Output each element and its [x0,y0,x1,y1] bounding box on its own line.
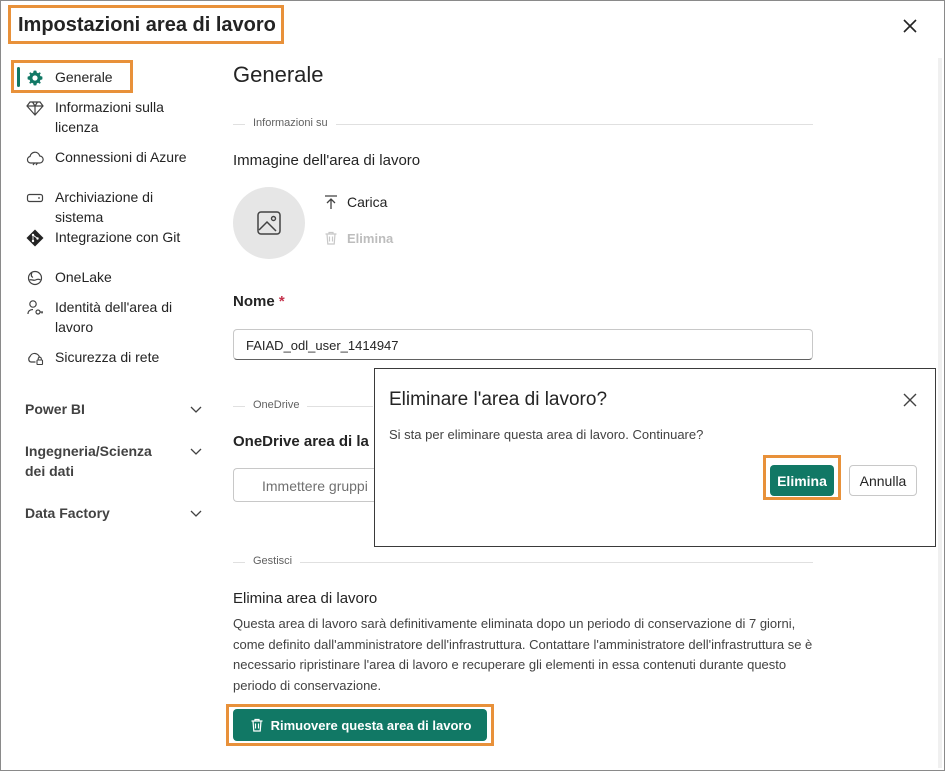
image-placeholder-icon [257,211,281,235]
chevron-down-icon [190,510,202,517]
sidebar-item-license[interactable]: Informazioni sulla licenza [25,97,195,137]
remove-workspace-button[interactable]: Rimuovere questa area di lavoro [233,709,487,741]
workspace-name-input[interactable]: FAIAD_odl_user_1414947 [233,329,813,360]
sidebar-item-label: Identità dell'area di lavoro [55,299,173,335]
sidebar-item-identity[interactable]: Identità dell'area di lavoro [25,297,195,337]
sidebar-item-network-security[interactable]: Sicurezza di rete [25,347,195,368]
name-label: Nome * [233,293,285,310]
delete-image-button[interactable]: Elimina [323,230,393,246]
section-label: Data Factory [25,505,110,521]
upload-image-button[interactable]: Carica [323,194,387,210]
onedrive-heading: OneDrive area di la [233,433,369,450]
storage-icon [26,193,44,203]
section-label-about: Informazioni su [245,117,336,129]
confirm-delete-button[interactable]: Elimina [770,465,834,496]
delete-confirm-dialog: Eliminare l'area di lavoro? Si sta per e… [374,368,936,547]
scrollbar[interactable] [938,58,942,768]
git-icon [26,229,44,247]
cloud-icon [26,151,44,166]
sidebar-item-git[interactable]: Integrazione con Git [25,227,195,248]
sidebar-section-power-bi[interactable]: Power BI [25,399,210,419]
cancel-button[interactable]: Annulla [849,465,917,496]
sidebar-section-data-engineering[interactable]: Ingegneria/Scienza dei dati [25,441,210,481]
close-icon[interactable] [898,14,922,38]
chevron-down-icon [190,406,202,413]
name-label-text: Nome [233,293,275,310]
sidebar-item-label: Integrazione con Git [55,229,181,245]
sidebar-item-onelake[interactable]: OneLake [25,267,195,288]
sidebar-item-storage[interactable]: Archiviazione di sistema [25,187,195,227]
page-title: Generale [233,62,324,87]
required-marker: * [278,293,285,310]
active-indicator [17,67,20,87]
dialog-title: Eliminare l'area di lavoro? [389,389,608,410]
sidebar-item-azure[interactable]: Connessioni di Azure [25,147,195,168]
sidebar-item-generale[interactable]: Generale [25,67,195,88]
identity-icon [27,300,43,315]
sidebar-section-data-factory[interactable]: Data Factory [25,503,210,523]
onelake-icon [27,270,43,286]
diamond-icon [26,101,44,116]
upload-label: Carica [347,194,388,210]
trash-icon [251,718,263,732]
sidebar-item-label: Informazioni sulla licenza [55,99,164,135]
onedrive-group-input[interactable]: Immettere gruppi [233,468,374,502]
panel-title: Impostazioni area di lavoro [18,14,276,36]
chevron-down-icon [190,448,202,455]
workspace-image [233,187,305,259]
sidebar-item-label: Generale [55,69,113,85]
delete-workspace-heading: Elimina area di lavoro [233,590,378,607]
section-label-manage: Gestisci [245,555,301,567]
section-label: Ingegneria/Scienza dei dati [25,443,152,479]
sidebar-item-label: Connessioni di Azure [55,149,187,165]
gear-icon [27,70,43,86]
delete-workspace-description: Questa area di lavoro sarà definitivamen… [233,616,813,693]
cloud-lock-icon [28,352,44,366]
sidebar-item-label: Sicurezza di rete [55,349,160,365]
workspace-image-heading: Immagine dell'area di lavoro [233,152,421,169]
sidebar-item-label: OneLake [55,269,112,285]
section-label-onedrive: OneDrive [245,399,308,411]
section-label: Power BI [25,401,85,417]
upload-icon [325,195,337,209]
close-icon[interactable] [901,391,919,409]
remove-workspace-label: Rimuovere questa area di lavoro [270,717,472,733]
dialog-message: Si sta per eliminare questa area di lavo… [389,427,704,442]
delete-image-label: Elimina [347,230,394,246]
section-divider [233,562,813,563]
trash-icon [325,231,337,245]
sidebar-item-label: Archiviazione di sistema [55,189,154,225]
